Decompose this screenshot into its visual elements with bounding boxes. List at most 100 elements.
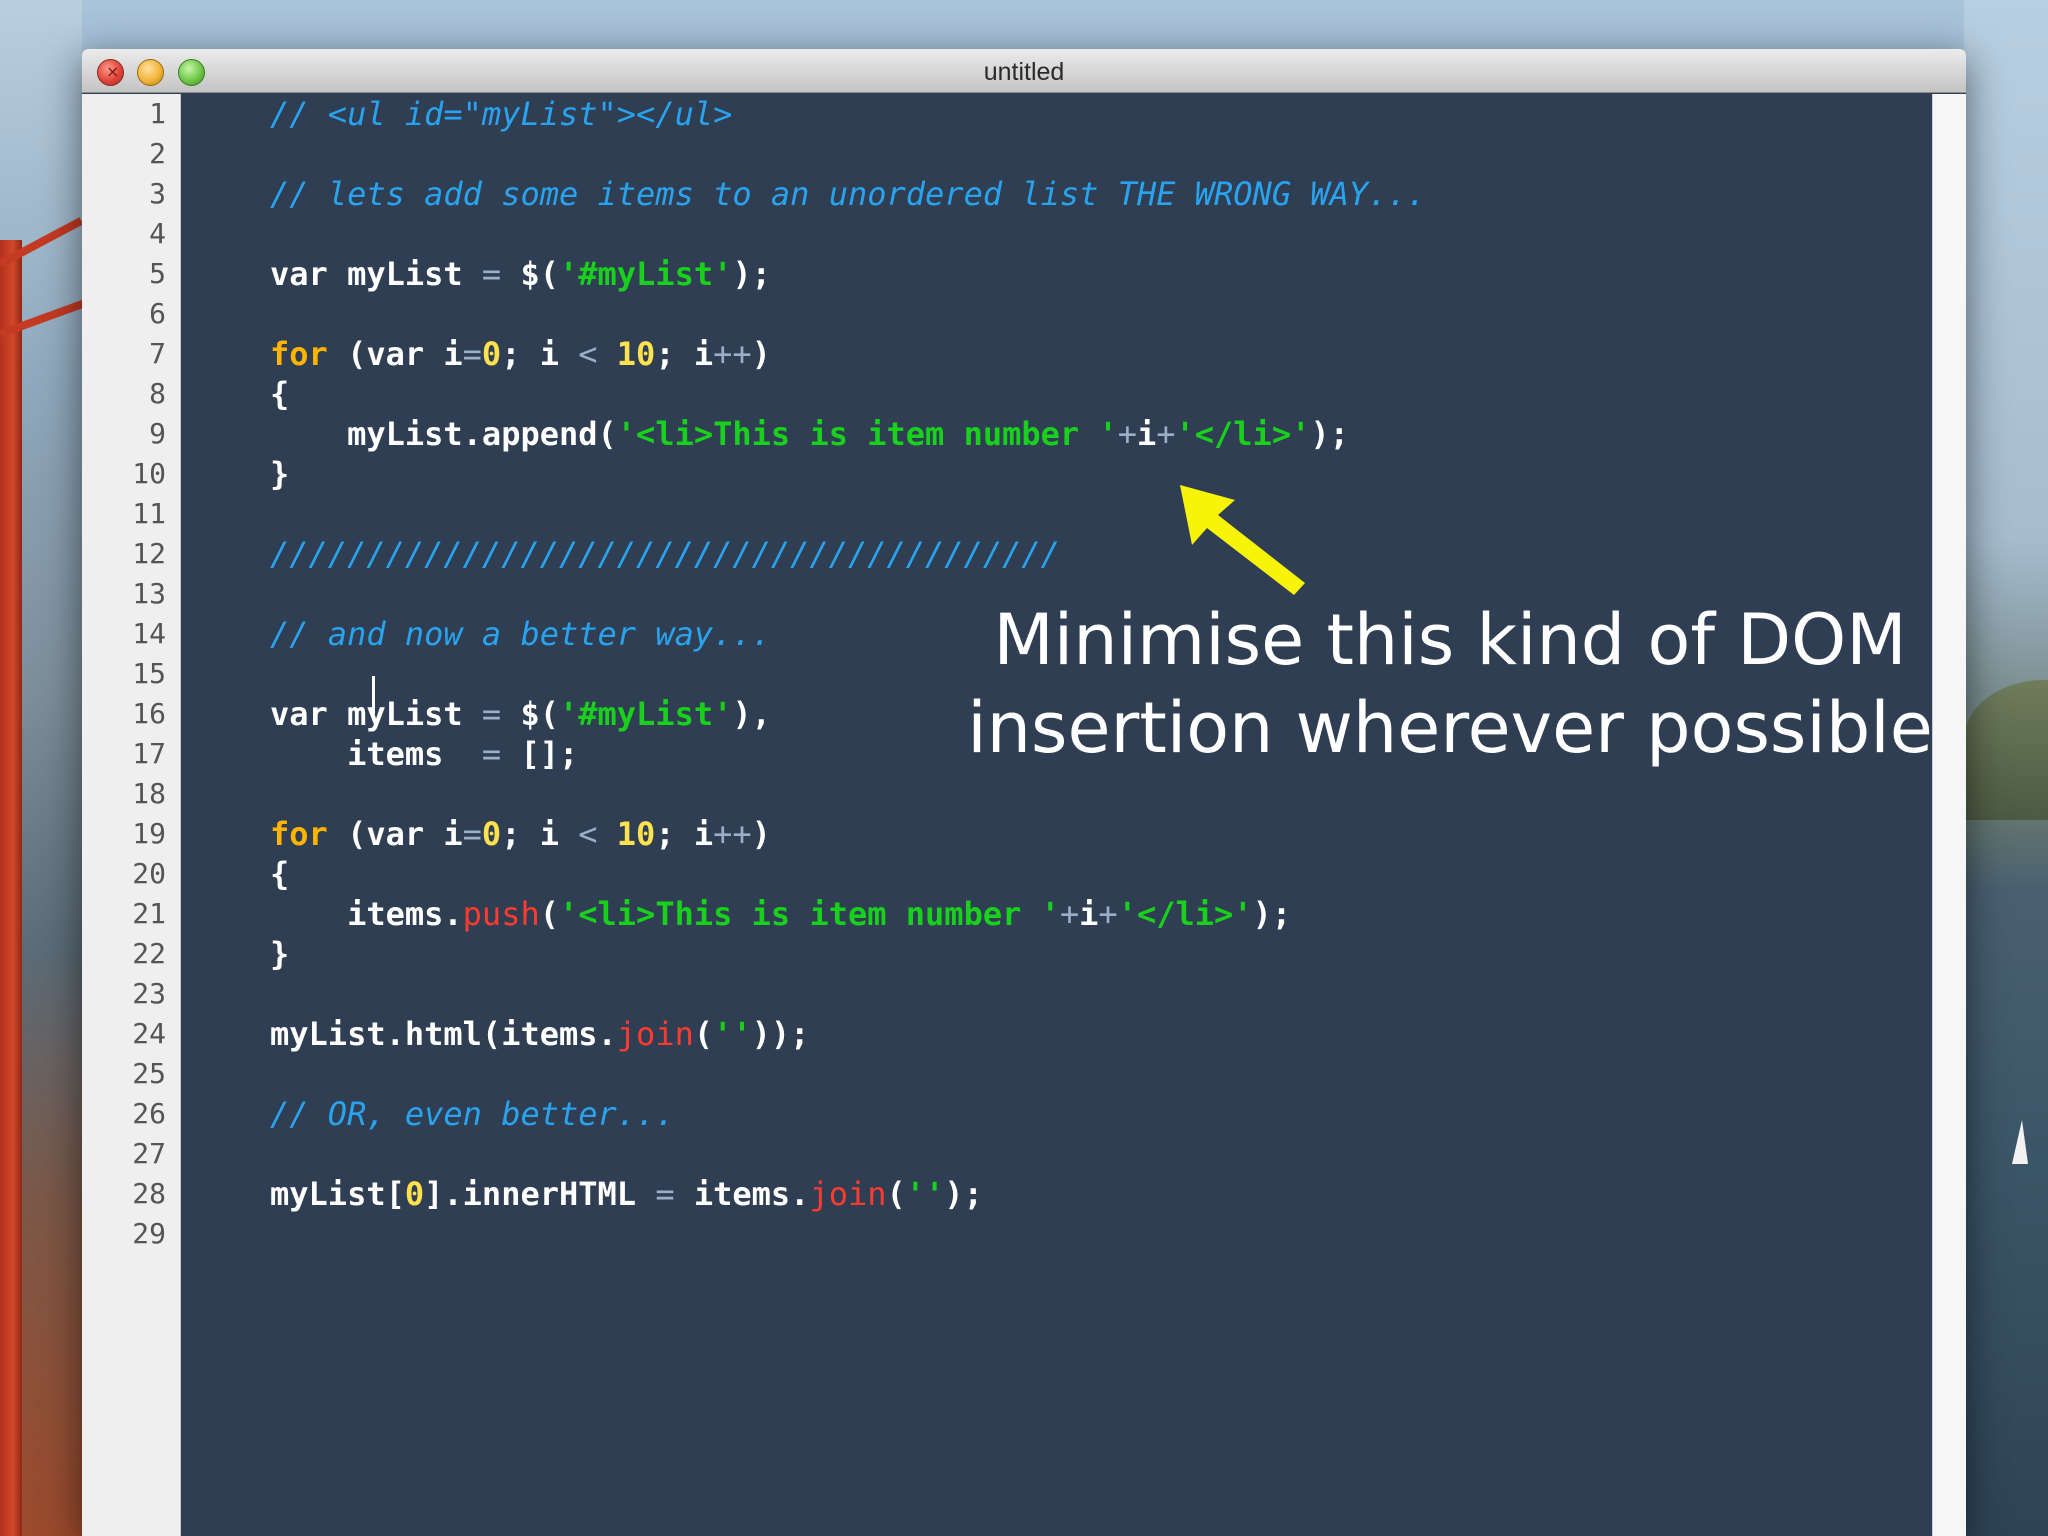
code-line-21[interactable]: items.push('<li>This is item number '+i+… [270, 894, 1291, 934]
code-line-24[interactable]: myList.html(items.join('')); [270, 1014, 809, 1054]
line-number: 28 [132, 1177, 166, 1210]
vertical-scrollbar[interactable] [1932, 94, 1966, 1536]
code-line-14[interactable]: // and now a better way... [270, 614, 771, 654]
code-token: ++ [713, 815, 752, 853]
zoom-button[interactable] [178, 59, 205, 86]
code-token: ) [751, 815, 771, 853]
code-token: 0 [481, 815, 502, 853]
code-line-16[interactable]: var myList = $('#myList'), [270, 694, 771, 734]
code-line-22[interactable]: } [270, 934, 289, 974]
code-token: ].innerHTML [424, 1175, 656, 1213]
line-number: 15 [132, 657, 166, 690]
code-line-19[interactable]: for (var i=0; i < 10; i++) [270, 814, 771, 854]
code-token: = [462, 335, 482, 373]
code-token: )); [751, 1015, 810, 1053]
code-token: for [270, 815, 328, 853]
code-line-20[interactable]: { [270, 854, 289, 894]
line-number: 5 [149, 257, 166, 290]
line-number: 14 [132, 617, 166, 650]
line-number: 13 [132, 577, 166, 610]
code-token: 10 [616, 815, 656, 853]
code-token: myList.html(items. [270, 1015, 617, 1053]
code-token: ); [732, 255, 771, 293]
line-number: 3 [149, 177, 166, 210]
code-line-5[interactable]: var myList = $('#myList'); [270, 254, 771, 294]
code-line-7[interactable]: for (var i=0; i < 10; i++) [270, 334, 771, 374]
annotation-callout: Minimise this kind of DOM insertion wher… [955, 596, 1945, 772]
code-line-10[interactable]: } [270, 454, 289, 494]
code-token: items [270, 735, 482, 773]
code-token: ); [1252, 895, 1292, 933]
code-token: join [616, 1015, 694, 1053]
code-token: 10 [616, 335, 656, 373]
code-token: $( [501, 255, 559, 293]
line-number: 19 [132, 817, 166, 850]
line-number-gutter: 1 2 3 4 5 6 7 8 9 10 11 12 13 14 15 16 1… [82, 94, 181, 1536]
code-token: '#myList' [558, 695, 733, 733]
code-token: 0 [404, 1175, 425, 1213]
code-line-3[interactable]: // lets add some items to an unordered l… [270, 174, 1426, 214]
code-token: ; i [655, 335, 714, 373]
code-token: ); [944, 1175, 983, 1213]
code-token: = [481, 735, 502, 773]
line-number: 2 [149, 137, 166, 170]
code-token: '<li>This is item number ' [616, 415, 1118, 453]
annotation-line-1: Minimise this kind of DOM [993, 599, 1907, 681]
line-number: 7 [149, 337, 166, 370]
code-token: ++ [713, 335, 752, 373]
bridge-tower [0, 240, 22, 1536]
code-token: = [481, 255, 502, 293]
code-token: '#myList' [558, 255, 733, 293]
code-token: = [655, 1175, 675, 1213]
code-editor[interactable]: // <ul id="myList"></ul> // lets add som… [182, 94, 1932, 1536]
code-line-17[interactable]: items = []; [270, 734, 578, 774]
code-token: '<li>This is item number ' [558, 895, 1060, 933]
code-token: ; i [501, 335, 579, 373]
title-bar[interactable]: untitled × [82, 49, 1966, 93]
line-number: 24 [132, 1017, 166, 1050]
annotation-line-2: insertion wherever possible [967, 687, 1933, 769]
code-line-28[interactable]: myList[0].innerHTML = items.join(''); [270, 1174, 983, 1214]
window-title: untitled [983, 58, 1065, 86]
code-token: + [1156, 415, 1176, 453]
code-token: for [270, 335, 328, 373]
line-number: 4 [149, 217, 166, 250]
close-button[interactable]: × [97, 59, 124, 86]
code-token: join [809, 1175, 887, 1213]
line-number: 22 [132, 937, 166, 970]
code-line-1[interactable]: // <ul id="myList"></ul> [270, 94, 732, 134]
code-token: ), [732, 695, 771, 733]
code-token: var myList [270, 695, 482, 733]
arrow-up-left-icon [1180, 485, 1305, 595]
line-number: 9 [149, 417, 166, 450]
code-token: ; i [655, 815, 714, 853]
line-number: 18 [132, 777, 166, 810]
code-line-26[interactable]: // OR, even better... [270, 1094, 675, 1134]
line-number: 21 [132, 897, 166, 930]
code-token: i [1136, 415, 1157, 453]
code-token: ; i [501, 815, 579, 853]
code-token: push [462, 895, 540, 933]
code-token: = [462, 815, 482, 853]
code-line-12[interactable]: ////////////////////////////////////////… [270, 534, 1060, 574]
code-token: ( [693, 1015, 714, 1053]
code-token: ); [1310, 415, 1349, 453]
code-line-9[interactable]: myList.append('<li>This is item number '… [270, 414, 1349, 454]
code-token: '' [905, 1175, 945, 1213]
line-number: 12 [132, 537, 166, 570]
line-number: 27 [132, 1137, 166, 1170]
code-token: myList[ [270, 1175, 405, 1213]
code-token: []; [501, 735, 579, 773]
minimize-button[interactable] [137, 59, 164, 86]
code-token: (var i [327, 335, 463, 373]
code-token: '</li>' [1175, 415, 1311, 453]
line-number: 26 [132, 1097, 166, 1130]
code-token: ( [539, 895, 559, 933]
code-line-8[interactable]: { [270, 374, 289, 414]
code-token: '</li>' [1117, 895, 1253, 933]
code-token: (var i [327, 815, 463, 853]
code-token: + [1098, 895, 1118, 933]
line-number: 23 [132, 977, 166, 1010]
line-number: 29 [132, 1217, 166, 1250]
close-icon: × [106, 62, 120, 81]
